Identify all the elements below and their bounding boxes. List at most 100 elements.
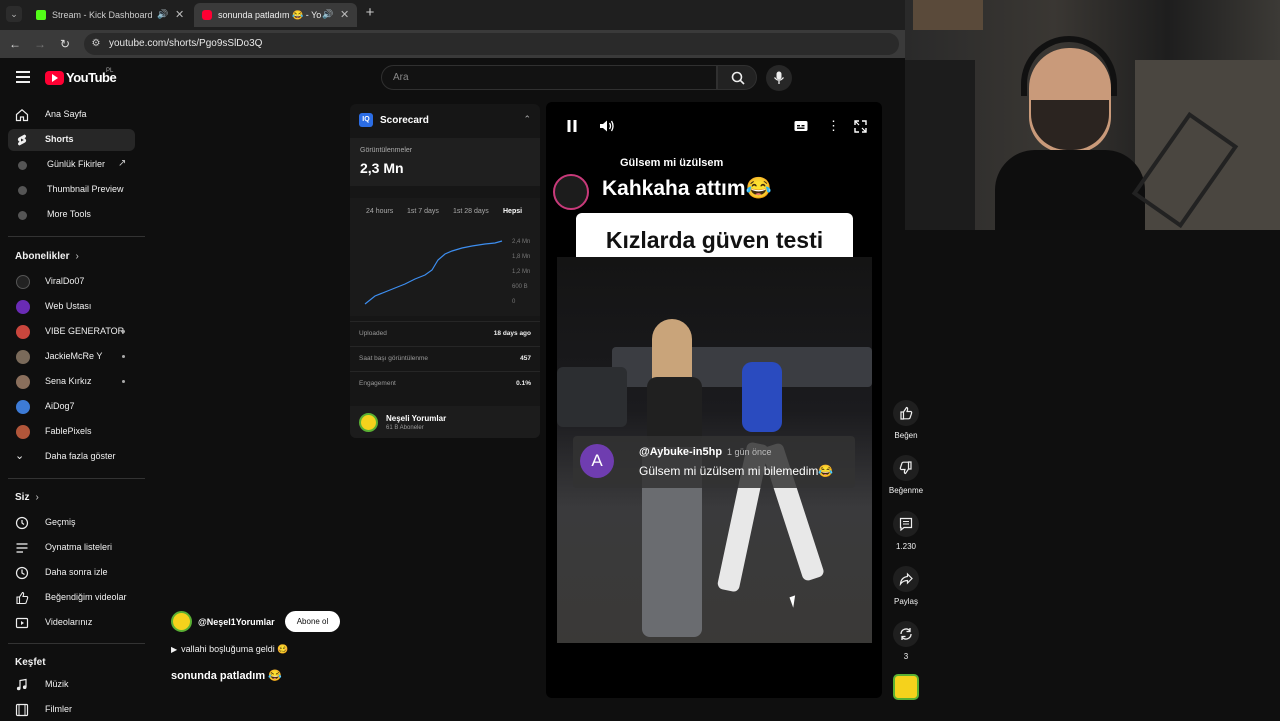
channel-handle[interactable]: @Neşel1Yorumlar	[198, 617, 275, 627]
sidebar-item-subscription[interactable]: AiDog7	[8, 396, 135, 418]
app-icon	[18, 211, 27, 220]
tab-kick-dashboard[interactable]: Stream - Kick Dashboard 🔊 ✕	[28, 3, 188, 27]
subscriptions-heading[interactable]: Abonelikler ›	[15, 251, 79, 262]
sidebar-item-thumbnail-preview[interactable]: Thumbnail Preview	[8, 179, 135, 201]
sidebar-item-films[interactable]: Filmler	[8, 699, 135, 721]
playlist-link[interactable]: ▶ vallahi boşluğuma geldi 🥴	[171, 644, 288, 655]
sidebar-item-label: Videolarınız	[45, 617, 93, 627]
menu-icon[interactable]	[16, 71, 30, 83]
remix-icon	[900, 628, 912, 640]
site-settings-icon[interactable]: ⚙	[90, 38, 102, 50]
speaker-icon[interactable]: 🔊	[322, 9, 333, 20]
views-chart-card: 24 hours 1st 7 days 1st 28 days Hepsi 2,…	[350, 198, 540, 316]
sidebar-item-subscription[interactable]: VIBE GENERATOR	[8, 321, 135, 343]
channel-avatar	[16, 425, 30, 439]
sidebar-item-history[interactable]: Geçmiş	[8, 512, 135, 534]
stat-value: 457	[520, 355, 531, 362]
range-tab-24h[interactable]: 24 hours	[366, 208, 393, 215]
search-icon	[731, 71, 745, 85]
video-title: sonunda patladım 😂	[171, 670, 282, 682]
fullscreen-icon[interactable]	[854, 120, 867, 133]
stat-label: Uploaded	[359, 330, 387, 337]
url-text[interactable]: youtube.com/shorts/Pgo9sSlDo3Q	[109, 38, 262, 49]
channel-avatar	[16, 400, 30, 414]
voice-search-button[interactable]	[766, 65, 792, 91]
sidebar-item-label: More Tools	[47, 209, 91, 219]
sidebar-item-subscription[interactable]: Sena Kırkız	[8, 371, 135, 393]
search-button[interactable]	[717, 65, 757, 90]
browser-tab-strip: ⌄ Stream - Kick Dashboard 🔊 ✕ sonunda pa…	[0, 0, 905, 30]
speaker-icon[interactable]: 🔊	[157, 9, 168, 20]
sidebar-item-watch-later[interactable]: Daha sonra izle	[8, 562, 135, 584]
play-icon: ▶	[171, 645, 178, 654]
video-caption-top: Kahkaha attım😂	[602, 177, 772, 200]
sidebar-item-label: Shorts	[45, 134, 74, 144]
share-button[interactable]: Paylaş	[886, 566, 926, 606]
new-tab-button[interactable]: +	[362, 5, 378, 21]
channel-subscribers: 61 B Aboneler	[386, 425, 424, 431]
captions-icon[interactable]	[794, 120, 808, 132]
y-tick-label: 2,4 Mn	[512, 239, 531, 245]
stat-row-engagement: Engagement 0.1%	[350, 371, 540, 395]
tab-search-dropdown[interactable]: ⌄	[6, 6, 22, 22]
sidebar-item-label: AiDog7	[45, 401, 75, 411]
sidebar-item-show-more[interactable]: ⌄ Daha fazla göster	[8, 446, 135, 468]
channel-avatar	[16, 275, 30, 289]
new-content-dot	[122, 330, 125, 333]
sidebar-item-subscription[interactable]: JackieMcRe Y	[8, 346, 135, 368]
sidebar-item-shorts[interactable]: Shorts	[8, 129, 135, 151]
playlist-icon	[16, 543, 28, 553]
shorts-player[interactable]: ⋮ Gülsem mi üzülsem Kahkaha attım😂 Kızla…	[546, 102, 882, 698]
sidebar-item-more-tools[interactable]: More Tools	[8, 204, 135, 226]
address-bar[interactable]: ⚙ youtube.com/shorts/Pgo9sSlDo3Q	[84, 33, 899, 55]
more-options-icon[interactable]: ⋮	[827, 118, 840, 134]
subscribe-button[interactable]: Abone ol	[285, 611, 340, 632]
forward-icon[interactable]: →	[32, 36, 48, 52]
back-icon[interactable]: ←	[7, 36, 23, 52]
thumbs-up-icon	[900, 406, 913, 420]
share-label: Paylaş	[893, 597, 918, 606]
youtube-logo[interactable]: YouTube PL	[45, 68, 117, 85]
like-button[interactable]: Beğen	[886, 400, 926, 440]
channel-name: Neşeli Yorumlar	[386, 414, 447, 423]
range-tab-7d[interactable]: 1st 7 days	[407, 208, 439, 215]
chevron-up-icon[interactable]: ⌃	[523, 114, 531, 125]
search-placeholder: Ara	[393, 72, 409, 83]
range-tab-28d[interactable]: 1st 28 days	[453, 208, 489, 215]
sidebar-item-subscription[interactable]: Web Ustası	[8, 296, 135, 318]
scorecard-channel[interactable]: Neşeli Yorumlar 61 B Aboneler	[350, 406, 540, 438]
app-icon	[18, 186, 27, 195]
channel-avatar	[359, 413, 378, 432]
share-icon	[899, 572, 913, 587]
dislike-button[interactable]: Beğenme	[886, 455, 926, 495]
comments-button[interactable]: 1.230	[886, 511, 926, 551]
sound-source-thumbnail[interactable]	[893, 674, 919, 700]
sidebar-item-label: Oynatma listeleri	[45, 542, 113, 552]
pause-icon[interactable]	[566, 119, 578, 133]
sidebar-item-subscription[interactable]: FablePixels	[8, 421, 135, 443]
sidebar-item-liked-videos[interactable]: Beğendiğim videolar	[8, 587, 135, 609]
close-tab-icon[interactable]: ✕	[175, 8, 184, 21]
channel-avatar[interactable]	[171, 611, 192, 632]
sidebar-item-music[interactable]: Müzik	[8, 674, 135, 696]
tab-youtube-short[interactable]: sonunda patladım 😂 - Yo 🔊 ✕	[194, 3, 357, 27]
close-tab-icon[interactable]: ✕	[340, 8, 349, 21]
reload-icon[interactable]: ↻	[57, 36, 73, 52]
channel-avatar	[16, 325, 30, 339]
range-tab-all[interactable]: Hepsi	[503, 208, 522, 215]
sidebar-item-subscription[interactable]: ViralDo07	[8, 271, 135, 293]
history-icon	[15, 516, 29, 530]
second-dancer-top	[742, 362, 782, 432]
sidebar-item-your-videos[interactable]: Videolarınız	[8, 612, 135, 634]
volume-icon[interactable]	[599, 119, 615, 133]
comment-text: Gülsem mi üzülsem mi bilemedim😂	[639, 464, 834, 478]
search-input[interactable]: Ara	[381, 65, 717, 90]
remix-button[interactable]: 3	[886, 621, 926, 661]
sidebar-item-label: Günlük Fikirler	[47, 159, 106, 169]
sidebar-item-playlists[interactable]: Oynatma listeleri	[8, 537, 135, 559]
sidebar-item-label: JackieMcRe Y	[45, 351, 103, 361]
sidebar-item-gunluk-fikirler[interactable]: Günlük Fikirler ↗	[8, 154, 135, 176]
you-heading[interactable]: Siz ›	[15, 492, 39, 503]
sidebar-item-home[interactable]: Ana Sayfa	[8, 104, 135, 126]
channel-badge-logo	[553, 174, 589, 210]
